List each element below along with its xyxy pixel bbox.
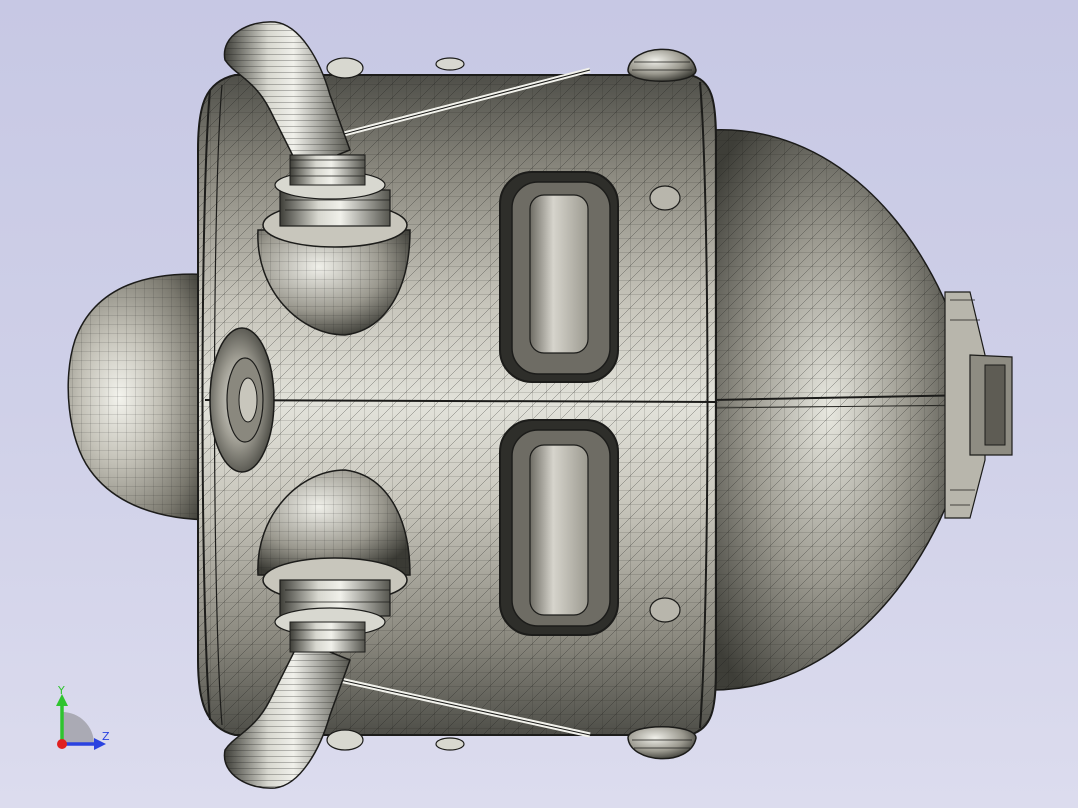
bolt-bottom-2[interactable]: [435, 737, 465, 751]
end-nozzle[interactable]: [944, 291, 1013, 519]
side-port[interactable]: [209, 327, 275, 473]
bolt-right-upper[interactable]: [649, 185, 681, 211]
knob-top[interactable]: [627, 48, 697, 82]
x-axis-dot: [57, 739, 67, 749]
bolt-top-2[interactable]: [435, 57, 465, 71]
z-axis-label: Z: [102, 730, 110, 743]
bolt-top-1[interactable]: [326, 57, 364, 79]
y-axis-label: Y: [58, 684, 65, 697]
left-nose-cap[interactable]: [67, 273, 216, 521]
right-dome[interactable]: [711, 129, 976, 691]
cad-3d-viewport[interactable]: Y Z: [0, 0, 1078, 808]
upper-window[interactable]: [499, 171, 619, 383]
lower-window[interactable]: [499, 419, 619, 636]
orientation-triad[interactable]: Y Z: [48, 684, 128, 764]
bolt-right-lower[interactable]: [649, 597, 681, 623]
bolt-bottom-1[interactable]: [326, 729, 364, 751]
knob-bottom[interactable]: [627, 726, 697, 760]
main-body[interactable]: [197, 67, 717, 738]
mesh-model[interactable]: [0, 0, 1078, 808]
